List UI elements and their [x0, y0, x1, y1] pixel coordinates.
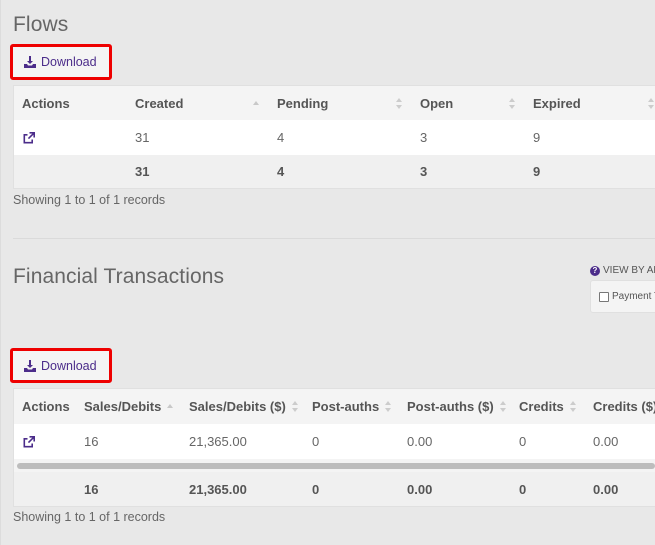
col-post-auths-label: Post-auths	[312, 399, 380, 414]
col-post-auths-amount[interactable]: Post-auths ($)	[407, 389, 507, 424]
help-icon[interactable]: ?	[590, 265, 600, 276]
financial-download-highlight: Download	[10, 348, 112, 383]
payment-type-label: Payment T	[612, 291, 655, 302]
section-divider	[13, 238, 655, 239]
flows-download-label: Download	[41, 55, 97, 69]
total-created: 31	[135, 164, 150, 179]
cell-expired: 9	[533, 130, 541, 145]
sort-icon[interactable]	[499, 401, 507, 412]
cell-sales-debits: 16	[84, 434, 99, 449]
sort-icon[interactable]	[396, 97, 403, 109]
sort-icon[interactable]	[648, 97, 655, 109]
view-by-filter-box: Payment T	[590, 280, 655, 313]
cell-credits-amount: 0.00	[593, 434, 619, 449]
sort-icon[interactable]	[291, 401, 299, 412]
col-credits-amount-label: Credits ($)	[593, 399, 655, 414]
flows-header-row: Actions Created Pending Open Expired	[14, 86, 655, 120]
total-expired: 9	[533, 164, 541, 179]
col-actions: Actions	[22, 95, 70, 111]
financial-table: Actions Sales/Debits Sales/Debits ($) Po…	[13, 388, 655, 507]
col-credits[interactable]: Credits	[519, 389, 577, 424]
col-expired-label: Expired	[533, 95, 581, 111]
total-open: 3	[420, 164, 428, 179]
view-by-label: ? VIEW BY AD	[590, 265, 655, 276]
horizontal-scrollbar[interactable]	[17, 463, 655, 469]
col-open[interactable]: Open	[420, 86, 530, 120]
col-created[interactable]: Created	[135, 86, 265, 120]
total-sales-debits-amount: 21,365.00	[189, 481, 247, 497]
sort-asc-icon[interactable]	[167, 401, 174, 412]
sort-icon[interactable]	[385, 401, 392, 412]
sort-icon[interactable]	[569, 401, 577, 412]
col-created-label: Created	[135, 95, 184, 111]
page-left-border	[0, 0, 1, 545]
total-post-auths: 0	[312, 481, 320, 497]
flows-showing-text: Showing 1 to 1 of 1 records	[13, 193, 166, 207]
scrollbar-track	[14, 459, 655, 472]
total-credits: 0	[519, 481, 527, 497]
col-post-auths-amount-label: Post-auths ($)	[407, 399, 494, 414]
sort-icon[interactable]	[509, 97, 516, 109]
payment-type-checkbox[interactable]: Payment T	[599, 291, 655, 302]
financial-header-row: Actions Sales/Debits Sales/Debits ($) Po…	[14, 389, 655, 424]
open-external-icon[interactable]	[22, 120, 36, 155]
total-pending: 4	[277, 164, 285, 179]
col-pending[interactable]: Pending	[277, 86, 407, 120]
col-sales-debits-label: Sales/Debits	[84, 399, 162, 414]
flows-totals-row: 31 4 3 9	[14, 155, 655, 188]
financial-showing-text: Showing 1 to 1 of 1 records	[13, 510, 166, 524]
cell-sales-debits-amount: 21,365.00	[189, 434, 247, 449]
cell-post-auths: 0	[312, 434, 320, 449]
open-external-icon[interactable]	[22, 424, 36, 459]
financial-download-label: Download	[41, 358, 97, 373]
col-expired[interactable]: Expired	[533, 86, 655, 120]
sort-asc-icon[interactable]	[253, 98, 260, 109]
col-sales-debits[interactable]: Sales/Debits	[84, 389, 174, 424]
col-sales-debits-amount-label: Sales/Debits ($)	[189, 399, 286, 414]
financial-download-button[interactable]: Download	[13, 351, 109, 380]
total-credits-amount: 0.00	[593, 481, 619, 497]
total-sales-debits: 16	[84, 481, 99, 497]
col-sales-debits-amount[interactable]: Sales/Debits ($)	[189, 389, 299, 424]
flows-download-button[interactable]: Download	[13, 47, 109, 77]
table-row: 31 4 3 9	[14, 120, 655, 155]
download-icon	[24, 56, 36, 68]
total-post-auths-amount: 0.00	[407, 481, 433, 497]
checkbox-icon[interactable]	[599, 291, 609, 302]
cell-open: 3	[420, 130, 428, 145]
col-credits-amount[interactable]: Credits ($)	[593, 389, 655, 424]
col-actions: Actions	[22, 399, 70, 414]
download-icon	[24, 359, 36, 372]
financial-title: Financial Transactions	[13, 265, 225, 288]
flows-table: Actions Created Pending Open Expired 31 …	[13, 85, 655, 189]
col-credits-label: Credits	[519, 399, 564, 414]
cell-pending: 4	[277, 130, 285, 145]
col-open-label: Open	[420, 95, 454, 111]
cell-created: 31	[135, 130, 150, 145]
cell-post-auths-amount: 0.00	[407, 434, 433, 449]
view-by-text: VIEW BY AD	[603, 265, 655, 276]
table-row: 16 21,365.00 0 0.00 0 0.00	[14, 424, 655, 459]
col-post-auths[interactable]: Post-auths	[312, 389, 392, 424]
flows-download-highlight: Download	[10, 44, 112, 80]
col-pending-label: Pending	[277, 95, 329, 111]
flows-title: Flows	[13, 13, 69, 36]
financial-totals-row: 16 21,365.00 0 0.00 0 0.00	[14, 472, 655, 506]
cell-credits: 0	[519, 434, 527, 449]
